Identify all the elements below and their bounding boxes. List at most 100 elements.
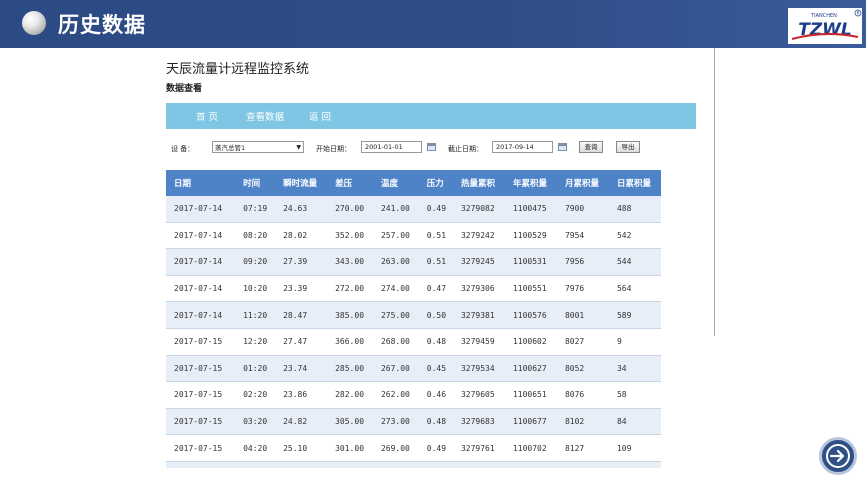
table-cell: 24.82 [275, 408, 328, 436]
table-cell: 275.00 [372, 301, 419, 329]
table-cell: 3279082 [452, 196, 505, 223]
slide-header: 历史数据 TIANCHEN TZWL R [0, 0, 866, 48]
table-cell: 564 [608, 275, 661, 303]
next-arrow-icon[interactable] [819, 437, 857, 475]
table-row: 2017-07-1505:2029.19407.00273.000.503279… [166, 461, 661, 468]
table-row: 2017-07-14 10:20 23.39 272.00 274.00 0.47 3279… [166, 275, 661, 303]
table-cell: 1100529 [504, 222, 557, 250]
query-button[interactable]: 查询 [579, 141, 603, 153]
table-cell: 23.39 [275, 275, 328, 303]
device-select[interactable]: 蒸汽总管1 ▼ [212, 141, 304, 153]
table-cell: 0.47 [418, 275, 453, 303]
table-cell: 3279534 [452, 355, 505, 383]
table-cell: 262.00 [372, 381, 419, 409]
table-cell: 28.47 [275, 301, 328, 329]
table-cell: 0.49 [418, 434, 453, 462]
table-cell: 2017-07-15 [166, 408, 236, 436]
screenshot-border [714, 48, 715, 336]
nav-back[interactable]: 返 回 [309, 109, 331, 123]
col-day-total: 日累积量 [608, 170, 661, 196]
table-cell: 10:20 [235, 275, 276, 303]
table-cell: 285.00 [327, 355, 373, 383]
table-cell: 1100728 [504, 461, 557, 468]
nav-home[interactable]: 首 页 [196, 109, 218, 123]
table-cell: 2017-07-14 [166, 222, 236, 250]
table-row: 2017-07-15 04:20 25.10 301.00 269.00 0.49 3279… [166, 434, 661, 462]
table-cell: 1100677 [504, 408, 557, 436]
table-cell: 407.00 [327, 461, 373, 468]
nav-view-data[interactable]: 查看数据 [246, 109, 284, 123]
table-header-row: 日期 时间 瞬时流量 差压 温度 压力 热量累积 年累积量 月累积量 日累积量 [166, 170, 661, 196]
table-cell: 3279605 [452, 381, 505, 409]
svg-text:TIANCHEN: TIANCHEN [810, 13, 837, 19]
calendar-icon[interactable] [427, 143, 436, 151]
table-row: 2017-07-15 02:20 23.86 282.00 262.00 0.46 3279… [166, 381, 661, 409]
col-instant-flow: 瞬时流量 [275, 170, 328, 196]
table-cell: 0.50 [418, 461, 453, 468]
table-cell: 1100576 [504, 301, 557, 329]
col-pressure: 压力 [418, 170, 453, 196]
calendar-icon[interactable] [558, 143, 567, 151]
table-cell: 3279761 [452, 434, 505, 462]
table-cell: 01:20 [235, 355, 276, 383]
table-cell: 08:20 [235, 222, 276, 250]
table-cell: 542 [608, 222, 661, 250]
table-cell: 3279245 [452, 248, 505, 276]
table-row: 2017-07-14 09:20 27.39 343.00 263.00 0.51 3279… [166, 248, 661, 276]
table-cell: 0.48 [418, 408, 453, 436]
table-cell: 3279242 [452, 222, 505, 250]
table-cell: 8127 [556, 434, 609, 462]
table-cell: 23.86 [275, 381, 328, 409]
table-cell: 343.00 [327, 248, 373, 276]
table-cell: 352.00 [327, 222, 373, 250]
table-cell: 0.49 [418, 196, 453, 223]
export-button[interactable]: 导出 [616, 141, 640, 153]
table-cell: 84 [608, 408, 661, 436]
table-cell: 263.00 [372, 248, 419, 276]
table-cell: 0.48 [418, 328, 453, 356]
table-cell: 3279459 [452, 328, 505, 356]
table-cell: 07:19 [235, 196, 276, 223]
table-cell: 7954 [556, 222, 609, 250]
table-cell: 25.10 [275, 434, 328, 462]
table-cell: 34 [608, 355, 661, 383]
table-cell: 135 [608, 461, 661, 468]
table-cell: 7976 [556, 275, 609, 303]
table-cell: 8153 [556, 461, 609, 468]
table-cell: 2017-07-15 [166, 434, 236, 462]
table-cell: 305.00 [327, 408, 373, 436]
svg-text:R: R [857, 11, 860, 16]
table-cell: 04:20 [235, 434, 276, 462]
company-logo: TIANCHEN TZWL R [788, 8, 862, 44]
table-cell: 8001 [556, 301, 609, 329]
table-cell: 3279836 [452, 461, 505, 468]
table-cell: 2017-07-15 [166, 328, 236, 356]
table-cell: 0.51 [418, 248, 453, 276]
table-cell: 267.00 [372, 355, 419, 383]
table-cell: 28.02 [275, 222, 328, 250]
chevron-down-icon: ▼ [296, 144, 301, 151]
table-cell: 24.63 [275, 196, 328, 223]
start-date-label: 开始日期： [316, 145, 351, 153]
table-cell: 3279683 [452, 408, 505, 436]
table-cell: 8027 [556, 328, 609, 356]
table-row: 2017-07-14 11:20 28.47 385.00 275.00 0.50 3279… [166, 301, 661, 329]
table-cell: 2017-07-15 [166, 381, 236, 409]
table-cell: 09:20 [235, 248, 276, 276]
end-date-label: 截止日期： [448, 145, 483, 153]
col-date: 日期 [166, 170, 236, 196]
table-row: 2017-07-15 01:20 23.74 285.00 267.00 0.45 3279… [166, 355, 661, 383]
table-cell: 0.45 [418, 355, 453, 383]
table-row: 2017-07-14 08:20 28.02 352.00 257.00 0.51 3279… [166, 222, 661, 250]
table-cell: 241.00 [372, 196, 419, 223]
table-cell: 0.46 [418, 381, 453, 409]
table-cell: 3279306 [452, 275, 505, 303]
table-cell: 273.00 [372, 408, 419, 436]
nav-bar: 首 页 查看数据 返 回 [166, 103, 696, 129]
table-cell: 0.50 [418, 301, 453, 329]
start-date-input[interactable]: 2001-01-01 [361, 141, 422, 153]
history-table: 日期 时间 瞬时流量 差压 温度 压力 热量累积 年累积量 月累积量 日累积量 … [166, 170, 661, 468]
end-date-input[interactable]: 2017-09-14 [492, 141, 553, 153]
table-row: 2017-07-15 12:20 27.47 366.00 268.00 0.48 3279… [166, 328, 661, 356]
col-heat-total: 热量累积 [452, 170, 505, 196]
